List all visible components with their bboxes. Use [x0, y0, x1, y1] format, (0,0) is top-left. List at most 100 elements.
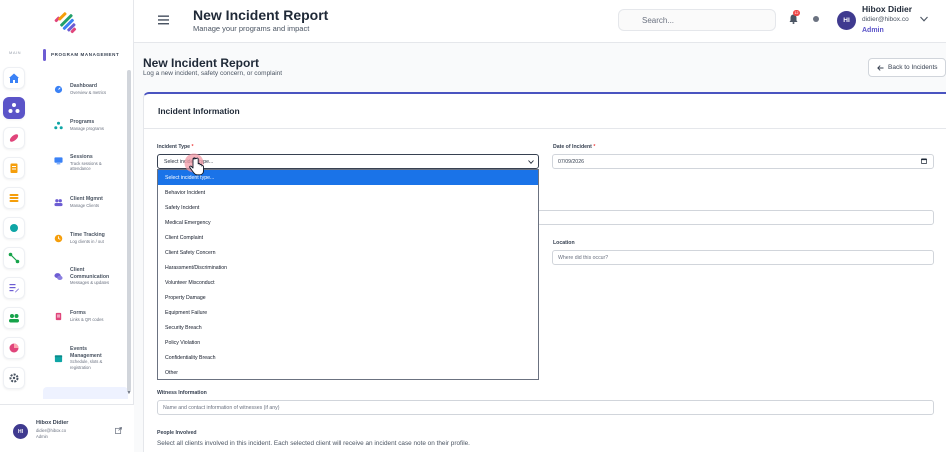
incident-type-label: Incident Type *	[157, 144, 194, 150]
chat-icon	[54, 273, 63, 281]
people-involved-help: Select all clients involved in this inci…	[157, 440, 470, 447]
menu-item-title: Events Management	[70, 346, 102, 359]
clock-icon	[54, 234, 63, 243]
page-title: New Incident Report	[143, 56, 260, 70]
menu-item-dashboard[interactable]: Dashboard Overview & metrics	[43, 83, 128, 95]
monitor-icon	[54, 157, 63, 165]
external-link-icon[interactable]	[115, 427, 122, 434]
menu-item-subtitle: Log clients in / out	[70, 238, 104, 244]
menu-item-client-communication[interactable]: Client Communication Messages & updates	[43, 267, 128, 286]
people-involved-label: People Involved	[157, 430, 197, 436]
arrow-left-icon	[877, 64, 884, 71]
header-user-role: Admin	[862, 27, 884, 34]
flow-icon	[8, 252, 20, 264]
dropdown-option[interactable]: Harassment/Discrimination	[158, 260, 538, 275]
program-menu: Dashboard Overview & metrics Programs Mana…	[43, 70, 128, 396]
menu-item-time-tracking[interactable]: Time Tracking Log clients in / out	[43, 232, 128, 244]
dropdown-option[interactable]: Policy Violation	[158, 335, 538, 350]
dropdown-option[interactable]: Property Damage	[158, 290, 538, 305]
dropdown-option[interactable]: Security Breach	[158, 320, 538, 335]
dropdown-option[interactable]: Volunteer Misconduct	[158, 275, 538, 290]
location-label: Location	[553, 240, 575, 246]
home-icon	[9, 73, 19, 83]
menu-item-forms[interactable]: Forms Links & QR codes	[43, 310, 128, 322]
rail-circle-button[interactable]	[3, 217, 25, 239]
menu-item-title: Time Tracking	[70, 232, 105, 238]
dropdown-option[interactable]: Other	[158, 365, 538, 380]
rail-home-button[interactable]	[3, 67, 25, 89]
rail-chart-button[interactable]	[3, 337, 25, 359]
menu-item-subtitle: Overview & metrics	[70, 89, 107, 95]
dropdown-option[interactable]: Client Safety Concern	[158, 245, 538, 260]
section-marker	[43, 49, 46, 61]
rail-stack-button[interactable]	[3, 187, 25, 209]
network-icon	[8, 103, 20, 113]
sidebar: MAIN PROGRAM MANAGEMENT Dashboard Overvi…	[0, 0, 134, 452]
rail-clipboard-button[interactable]	[3, 157, 25, 179]
menu-item-subtitle: Manage programs	[70, 125, 104, 131]
menu-item-client-mgmnt[interactable]: Client Mgmnt Manage Clients	[43, 196, 128, 208]
footer-user-name: Hibox Didier	[36, 420, 69, 426]
dropdown-option[interactable]: Confidentiality Breach	[158, 350, 538, 365]
theme-toggle-icon[interactable]	[813, 16, 819, 22]
rail-rocket-button[interactable]	[3, 127, 25, 149]
app-logo-icon[interactable]	[52, 6, 82, 36]
rail-flow-button[interactable]	[3, 247, 25, 269]
chevron-down-icon[interactable]	[920, 16, 928, 22]
location-input[interactable]	[552, 250, 934, 265]
menu-icon[interactable]	[158, 15, 169, 25]
dropdown-option[interactable]: Safety Incident	[158, 200, 538, 215]
header-user-name[interactable]: Hibox Didier	[862, 4, 912, 14]
dot-circle-icon	[10, 224, 18, 232]
menu-item-sessions[interactable]: Sessions Track sessions & attendance	[43, 154, 128, 172]
divider	[144, 128, 946, 129]
page-subtitle: Log a new incident, safety concern, or c…	[143, 70, 283, 77]
date-input[interactable]	[552, 154, 934, 169]
menu-item-subtitle: Links & QR codes	[70, 316, 104, 322]
back-button-label: Back to Incidents	[888, 64, 938, 71]
sidebar-scrollbar[interactable]	[127, 70, 131, 392]
dropdown-option[interactable]: Behavior Incident	[158, 185, 538, 200]
dropdown-option[interactable]: Medical Emergency	[158, 215, 538, 230]
sidebar-user-card: HI Hibox Didier didier@hibox.co Admin	[0, 404, 134, 452]
scroll-down-arrow-icon[interactable]: ▼	[126, 390, 132, 396]
rocket-icon	[9, 134, 19, 142]
incident-type-dropdown[interactable]: Select incident type... Behavior Incident…	[157, 169, 539, 380]
dropdown-option[interactable]: Select incident type...	[158, 170, 538, 185]
menu-item-subtitle: Schedule, slots & registration	[70, 359, 103, 370]
programs-icon	[54, 121, 63, 130]
rail-people-button[interactable]	[3, 307, 25, 329]
rail-edit-button[interactable]	[3, 277, 25, 299]
witness-label: Witness Information	[157, 390, 207, 396]
dashboard-icon	[54, 85, 63, 94]
header-title: New Incident Report	[193, 7, 329, 23]
header-user-email: didier@hibox.co	[862, 16, 909, 23]
menu-item-subtitle: Track sessions & attendance	[70, 160, 102, 172]
menu-item-title: Client Communication	[70, 267, 110, 280]
icon-rail: MAIN	[0, 44, 35, 404]
clipboard-icon	[10, 163, 18, 173]
witness-input[interactable]	[157, 400, 934, 415]
avatar[interactable]: HI	[837, 11, 856, 30]
rail-label: MAIN	[9, 50, 21, 55]
rail-settings-button[interactable]	[3, 367, 25, 389]
people-icon	[9, 314, 19, 323]
incident-type-select[interactable]: Select incident type...	[157, 154, 539, 169]
search-input[interactable]	[618, 9, 776, 31]
dropdown-option[interactable]: Client Complaint	[158, 230, 538, 245]
menu-item-events-management[interactable]: Events Management Schedule, slots & regis…	[43, 346, 128, 370]
back-to-incidents-button[interactable]: Back to Incidents	[868, 58, 946, 77]
users-icon	[54, 199, 63, 207]
menu-item-partial[interactable]	[43, 387, 128, 399]
forms-icon	[55, 312, 62, 321]
rail-programs-button[interactable]	[3, 97, 25, 119]
avatar[interactable]: HI	[13, 424, 28, 439]
calendar-icon[interactable]	[921, 158, 927, 164]
notification-badge: 12	[793, 10, 800, 16]
dropdown-option[interactable]: Equipment Failure	[158, 305, 538, 320]
footer-user-role: Admin	[36, 434, 48, 439]
menu-item-programs[interactable]: Programs Manage programs	[43, 119, 128, 131]
hidden-row-input[interactable]	[537, 210, 934, 225]
calendar-icon	[54, 355, 63, 363]
menu-item-subtitle: Manage Clients	[70, 202, 100, 208]
